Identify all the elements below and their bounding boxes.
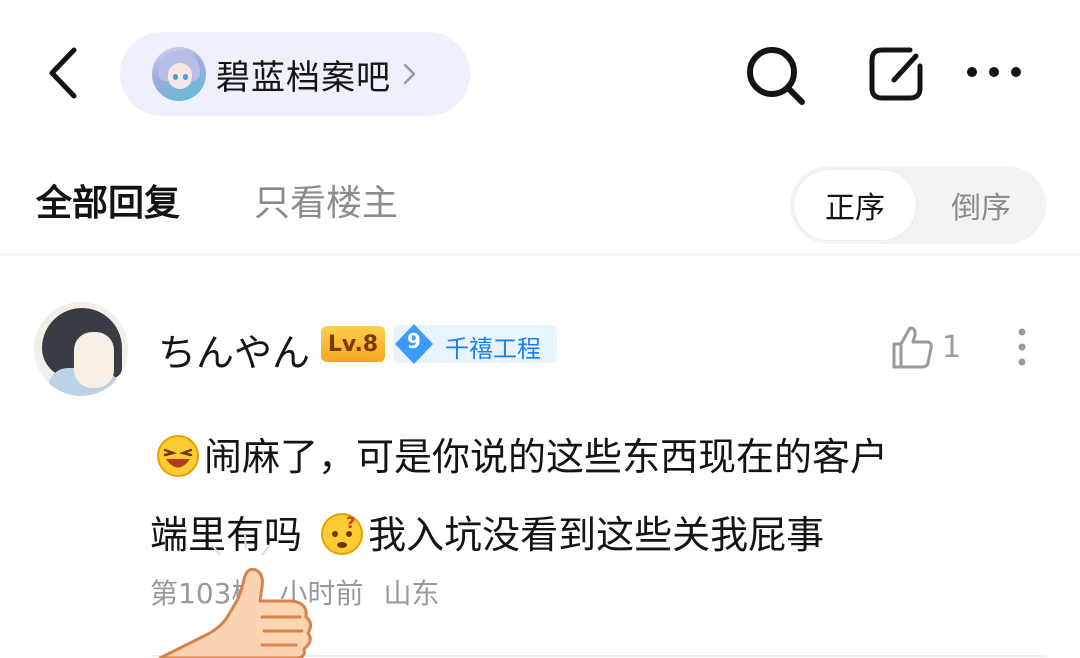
forum-avatar — [152, 47, 206, 101]
title-badge[interactable]: 9 千禧工程 — [393, 324, 557, 364]
more-icon[interactable] — [966, 66, 1022, 78]
thumbs-up-sticker-icon — [158, 534, 313, 658]
forum-pill[interactable]: 碧蓝档案吧 — [120, 32, 470, 116]
badge-title: 千禧工程 — [445, 335, 541, 363]
reply-text-line1: 闹麻了，可是你说的这些东西现在的客户 — [204, 435, 889, 479]
level-badge: Lv.8 — [321, 326, 385, 362]
back-arrow-icon[interactable] — [38, 42, 92, 104]
reply-text-line2b: 我入坑没看到这些关我屁事 — [368, 513, 825, 557]
kebab-menu-icon[interactable] — [1016, 326, 1028, 368]
thumbs-up-icon[interactable] — [890, 324, 934, 370]
badge-level: 9 — [407, 329, 421, 353]
divider — [0, 254, 1080, 255]
like-count: 1 — [942, 330, 962, 365]
search-icon[interactable] — [744, 44, 808, 108]
tab-owner-only[interactable]: 只看楼主 — [254, 174, 398, 226]
sort-ascending-button[interactable]: 正序 — [794, 170, 916, 240]
laughing-emoji-icon — [157, 435, 199, 477]
confused-emoji-icon: ? — [321, 513, 364, 555]
chevron-right-icon — [403, 63, 416, 85]
location: 山东 — [383, 577, 440, 610]
avatar[interactable] — [34, 302, 128, 396]
svg-text:?: ? — [346, 513, 355, 532]
sort-descending-button[interactable]: 倒序 — [920, 170, 1042, 240]
sort-toggle: 正序 倒序 — [790, 166, 1046, 244]
share-icon[interactable] — [866, 44, 928, 104]
forum-name: 碧蓝档案吧 — [216, 57, 391, 98]
tab-all-replies[interactable]: 全部回复 — [36, 174, 180, 226]
username[interactable]: ちんやん — [158, 322, 310, 377]
